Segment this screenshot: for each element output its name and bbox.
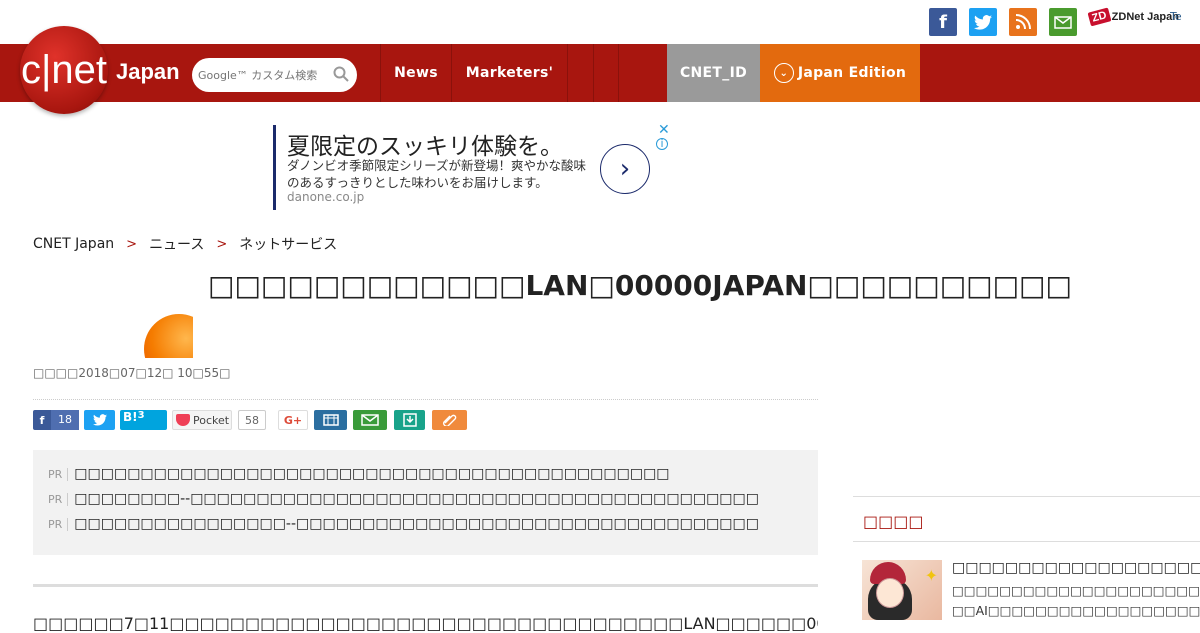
hatena-bookmark-button[interactable]: B! 3 xyxy=(120,410,167,430)
pr-link[interactable]: PR □□□□□□□□□□□□□□□□--□□□□□□□□□□□□□□□□□□□… xyxy=(48,516,759,532)
pr-link-text[interactable]: □□□□□□□□--□□□□□□□□□□□□□□□□□□□□□□□□□□□□□□… xyxy=(74,491,759,507)
nav-marketers[interactable]: Marketers' xyxy=(451,44,567,102)
nav-item-5[interactable] xyxy=(618,44,642,102)
mail-icon[interactable] xyxy=(1049,8,1077,36)
techrepublic-logo[interactable]: Te xyxy=(1170,10,1182,23)
pocket-label: Pocket xyxy=(193,413,230,427)
pr-link[interactable]: PR □□□□□□□□--□□□□□□□□□□□□□□□□□□□□□□□□□□□… xyxy=(48,491,759,507)
hatena-icon: B! xyxy=(123,410,138,424)
breadcrumb-home[interactable]: CNET Japan xyxy=(33,236,114,252)
google-plus-button[interactable]: G+ xyxy=(278,410,308,430)
article-category-icon xyxy=(144,314,193,358)
pr-link-text[interactable]: □□□□□□□□□□□□□□□□□□□□□□□□□□□□□□□□□□□□□□□□… xyxy=(74,466,669,482)
breadcrumb-level2[interactable]: ネットサービス xyxy=(239,234,337,254)
pocket-icon xyxy=(176,414,190,426)
zdnet-badge: ZD xyxy=(1087,7,1112,27)
download-icon xyxy=(402,413,417,427)
breadcrumb: CNET Japan > ニュース > ネットサービス xyxy=(33,234,337,254)
nav-news[interactable]: News xyxy=(380,44,451,102)
paperclip-icon xyxy=(442,414,456,426)
pr-tag: PR xyxy=(48,467,69,481)
ad-description: ダノンビオ季節限定シリーズが新登場！爽やかな酸味のあるすっきりとした味わいをお届… xyxy=(287,158,587,190)
search-input[interactable] xyxy=(198,68,328,82)
mail-icon xyxy=(361,414,379,426)
ad-url[interactable]: danone.co.jp xyxy=(287,190,364,204)
pr-link-text[interactable]: □□□□□□□□□□□□□□□□--□□□□□□□□□□□□□□□□□□□□□□… xyxy=(74,516,759,532)
facebook-icon: f xyxy=(39,413,45,427)
divider xyxy=(33,399,818,400)
sidebar-article-subtitle: □□□□□□□□□□□□□□□□□□□□□ xyxy=(952,583,1200,598)
rss-icon[interactable] xyxy=(1009,8,1037,36)
zdnet-logo[interactable]: ZD ZDNet Japan xyxy=(1087,7,1179,27)
hatena-count: 3 xyxy=(137,410,145,421)
email-share-button[interactable] xyxy=(353,410,387,430)
section-divider xyxy=(33,584,818,587)
logo-japan-label[interactable]: Japan xyxy=(116,59,180,85)
pr-link[interactable]: PR □□□□□□□□□□□□□□□□□□□□□□□□□□□□□□□□□□□□□… xyxy=(48,466,670,482)
nav-cnet-id[interactable]: CNET_ID xyxy=(667,44,760,102)
breadcrumb-separator: > xyxy=(216,236,228,252)
nav-edition-selector[interactable]: ⌄ Japan Edition xyxy=(760,44,920,102)
facebook-share-button[interactable]: f 18 xyxy=(33,410,79,430)
close-icon[interactable]: ✕ xyxy=(658,122,670,138)
pocket-button[interactable]: Pocket xyxy=(172,410,232,430)
sidebar-article-thumbnail[interactable]: ✦ xyxy=(862,560,942,620)
top-bar: f ZD ZDNet Japan Te xyxy=(0,0,1200,44)
pocket-count: 58 xyxy=(238,410,266,430)
sidebar-article-subtitle: □□AI□□□□□□□□□□□□□□□□□□□ xyxy=(952,603,1200,618)
twitter-icon xyxy=(92,414,107,426)
breadcrumb-level1[interactable]: ニュース xyxy=(149,234,204,254)
chevron-down-icon: ⌄ xyxy=(773,63,794,83)
sparkle-icon: ✦ xyxy=(924,566,938,585)
nav-item-4[interactable] xyxy=(593,44,618,102)
twitter-icon[interactable] xyxy=(969,8,997,36)
ad-title[interactable]: 夏限定のスッキリ体験を。 xyxy=(287,127,563,161)
breadcrumb-separator: > xyxy=(126,236,138,252)
article-headline: □□□□□□□□□□□□LAN□00000JAPAN□□□□□□□□□□ xyxy=(208,269,1072,302)
info-icon[interactable]: i xyxy=(656,138,668,150)
sidebar-divider xyxy=(853,496,1200,497)
sidebar-article-title[interactable]: □□□□□□□□□□□□□□□□□□□□ xyxy=(952,560,1200,576)
print-icon xyxy=(322,414,339,426)
sidebar-section-title: □□□□ xyxy=(863,512,924,531)
chevron-right-icon[interactable]: › xyxy=(600,144,650,194)
facebook-share-count: 18 xyxy=(51,410,79,430)
facebook-icon[interactable]: f xyxy=(929,8,957,36)
sidebar-divider xyxy=(853,541,1200,542)
pr-links-box: PR □□□□□□□□□□□□□□□□□□□□□□□□□□□□□□□□□□□□□… xyxy=(33,450,818,555)
twitter-share-button[interactable] xyxy=(84,410,115,430)
article-dateline: □□□□2018□07□12□ 10□55□ xyxy=(33,366,231,380)
article-body-paragraph: □□□□□□7□11□□□□□□□□□□□□□□□□□□□□□□□□□□□□□□… xyxy=(33,614,818,633)
search-icon[interactable] xyxy=(333,66,349,82)
print-button[interactable] xyxy=(314,410,347,430)
save-button[interactable] xyxy=(394,410,425,430)
pr-tag: PR xyxy=(48,492,69,506)
search-box[interactable] xyxy=(192,58,357,92)
advertisement[interactable]: 夏限定のスッキリ体験を。 ダノンビオ季節限定シリーズが新登場！爽やかな酸味のある… xyxy=(273,122,670,210)
cnet-logo[interactable]: c|net xyxy=(20,26,108,114)
clip-button[interactable] xyxy=(432,410,467,430)
pr-tag: PR xyxy=(48,517,69,531)
edition-label: Japan Edition xyxy=(797,65,907,81)
nav-item-3[interactable] xyxy=(567,44,593,102)
